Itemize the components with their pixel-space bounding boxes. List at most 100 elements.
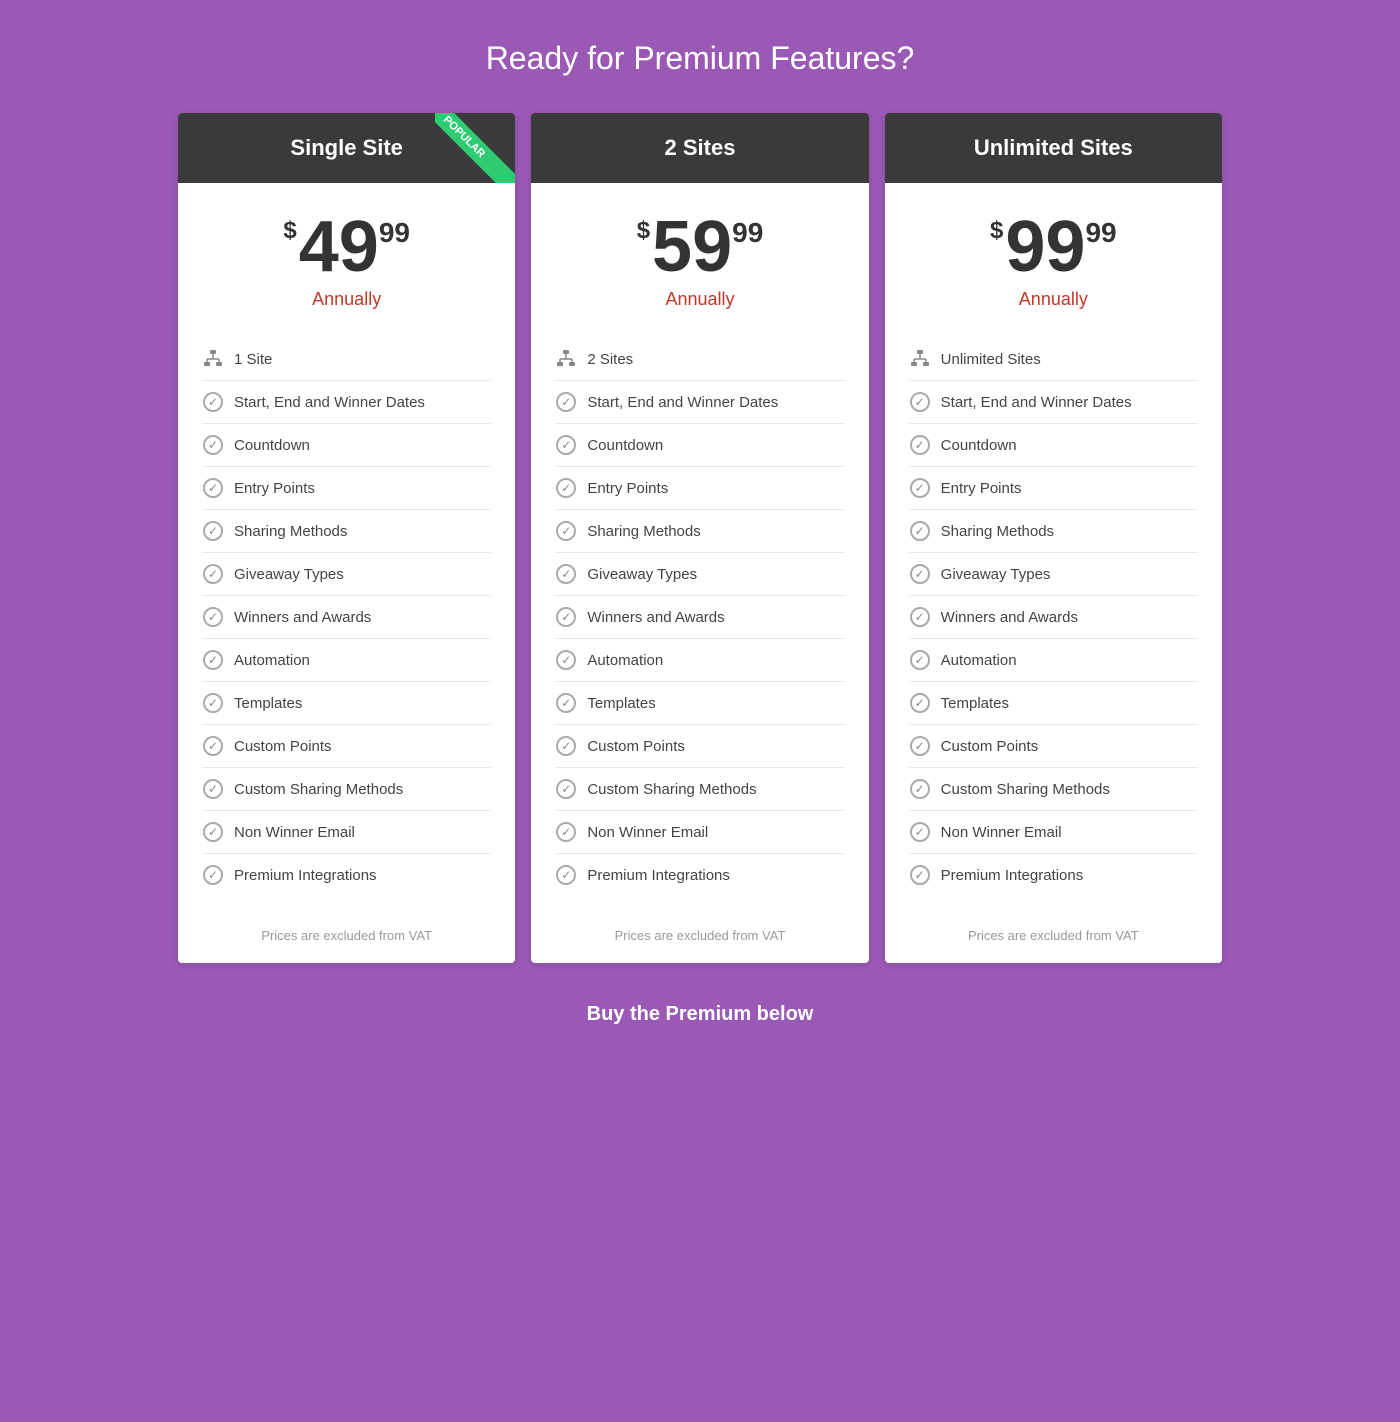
feature-item: ✓Winners and Awards — [555, 596, 844, 639]
feature-site-count: 2 Sites — [555, 338, 844, 381]
billing-single-site: Annually — [202, 289, 491, 310]
features-list-single-site: 1 Site✓Start, End and Winner Dates✓Count… — [202, 338, 491, 896]
feature-site-count: 1 Site — [202, 338, 491, 381]
site-count-label: Unlimited Sites — [941, 351, 1041, 368]
billing-unlimited-sites: Annually — [909, 289, 1198, 310]
check-icon: ✓ — [555, 606, 577, 628]
check-icon: ✓ — [202, 477, 224, 499]
amount-two-sites: 59 — [652, 211, 732, 283]
check-icon: ✓ — [555, 864, 577, 886]
feature-label: Automation — [941, 652, 1017, 669]
check-icon: ✓ — [909, 520, 931, 542]
check-icon: ✓ — [555, 391, 577, 413]
feature-item: ✓Custom Points — [909, 725, 1198, 768]
plans-container: Single Site$4999Annually1 Site✓Start, En… — [170, 113, 1230, 963]
feature-item: ✓Entry Points — [909, 467, 1198, 510]
feature-label: Custom Sharing Methods — [587, 781, 756, 798]
feature-label: Non Winner Email — [941, 824, 1062, 841]
feature-label: Templates — [234, 695, 302, 712]
feature-item: ✓ Premium Integrations — [909, 854, 1198, 896]
billing-two-sites: Annually — [555, 289, 844, 310]
feature-label: Premium Integrations — [234, 867, 377, 884]
feature-label: Templates — [587, 695, 655, 712]
price-section-unlimited-sites: $9999Annually — [909, 211, 1198, 310]
feature-label: Winners and Awards — [234, 609, 371, 626]
feature-item: ✓Start, End and Winner Dates — [555, 381, 844, 424]
check-icon: ✓ — [555, 649, 577, 671]
feature-label: Entry Points — [587, 480, 668, 497]
feature-item: ✓ Premium Integrations — [202, 854, 491, 896]
feature-item: ✓Templates — [555, 682, 844, 725]
feature-label: Premium Integrations — [941, 867, 1084, 884]
feature-label: Entry Points — [234, 480, 315, 497]
feature-item: ✓Custom Points — [555, 725, 844, 768]
feature-label: Sharing Methods — [587, 523, 700, 540]
check-icon: ✓ — [909, 477, 931, 499]
check-icon: ✓ — [202, 434, 224, 456]
buy-label: Buy the Premium below — [587, 1003, 814, 1026]
check-icon: ✓ — [555, 520, 577, 542]
feature-label: Automation — [234, 652, 310, 669]
feature-label: Giveaway Types — [587, 566, 697, 583]
cents-unlimited-sites: 99 — [1085, 219, 1116, 247]
feature-label: Countdown — [587, 437, 663, 454]
feature-label: Sharing Methods — [234, 523, 347, 540]
feature-item: ✓ Sharing Methods — [555, 510, 844, 553]
check-icon: ✓ — [202, 864, 224, 886]
feature-item: ✓Start, End and Winner Dates — [909, 381, 1198, 424]
feature-label: Templates — [941, 695, 1009, 712]
feature-item: ✓ Winners and Awards — [202, 596, 491, 639]
feature-label: Countdown — [234, 437, 310, 454]
vat-note-unlimited-sites: Prices are excluded from VAT — [909, 916, 1198, 943]
plan-card-single-site: Single Site$4999Annually1 Site✓Start, En… — [178, 113, 515, 963]
plan-header-two-sites: 2 Sites — [531, 113, 868, 183]
feature-label: Countdown — [941, 437, 1017, 454]
check-icon: ✓ — [909, 563, 931, 585]
feature-label: Non Winner Email — [234, 824, 355, 841]
check-icon: ✓ — [202, 606, 224, 628]
check-icon: ✓ — [202, 692, 224, 714]
feature-item: ✓ Automation — [202, 639, 491, 682]
popular-badge — [435, 113, 515, 183]
site-icon — [202, 348, 224, 370]
feature-item: ✓Custom Points — [202, 725, 491, 768]
feature-item: ✓Giveaway Types — [909, 553, 1198, 596]
feature-item: ✓ Sharing Methods — [202, 510, 491, 553]
check-icon: ✓ — [909, 649, 931, 671]
check-icon: ✓ — [555, 563, 577, 585]
check-icon: ✓ — [555, 778, 577, 800]
feature-item: ✓ Winners and Awards — [909, 596, 1198, 639]
check-icon: ✓ — [909, 692, 931, 714]
feature-label: Custom Points — [587, 738, 685, 755]
currency-single-site: $ — [283, 219, 296, 243]
features-list-unlimited-sites: Unlimited Sites ✓Start, End and Winner Da… — [909, 338, 1198, 896]
check-icon: ✓ — [202, 520, 224, 542]
currency-two-sites: $ — [637, 219, 650, 243]
plan-card-unlimited-sites: Unlimited Sites$9999AnnuallyUnlimited Si… — [885, 113, 1222, 963]
feature-label: Custom Points — [234, 738, 332, 755]
feature-item: ✓Countdown — [555, 424, 844, 467]
feature-item: ✓ Giveaway Types — [555, 553, 844, 596]
feature-label: Custom Sharing Methods — [941, 781, 1110, 798]
feature-site-count: Unlimited Sites — [909, 338, 1198, 381]
feature-item: ✓ Templates — [202, 682, 491, 725]
feature-label: Giveaway Types — [234, 566, 344, 583]
feature-item: ✓Custom Sharing Methods — [202, 768, 491, 811]
feature-item: ✓Giveaway Types — [202, 553, 491, 596]
check-icon: ✓ — [555, 477, 577, 499]
check-icon: ✓ — [555, 821, 577, 843]
feature-label: Winners and Awards — [941, 609, 1078, 626]
feature-label: Custom Sharing Methods — [234, 781, 403, 798]
feature-item: ✓ Countdown — [202, 424, 491, 467]
feature-item: ✓ Automation — [909, 639, 1198, 682]
currency-unlimited-sites: $ — [990, 219, 1003, 243]
check-icon: ✓ — [202, 391, 224, 413]
feature-label: Premium Integrations — [587, 867, 730, 884]
feature-item: ✓Sharing Methods — [909, 510, 1198, 553]
check-icon: ✓ — [202, 649, 224, 671]
check-icon: ✓ — [909, 606, 931, 628]
check-icon: ✓ — [909, 864, 931, 886]
cents-two-sites: 99 — [732, 219, 763, 247]
feature-item: ✓Automation — [555, 639, 844, 682]
feature-item: ✓ Templates — [909, 682, 1198, 725]
